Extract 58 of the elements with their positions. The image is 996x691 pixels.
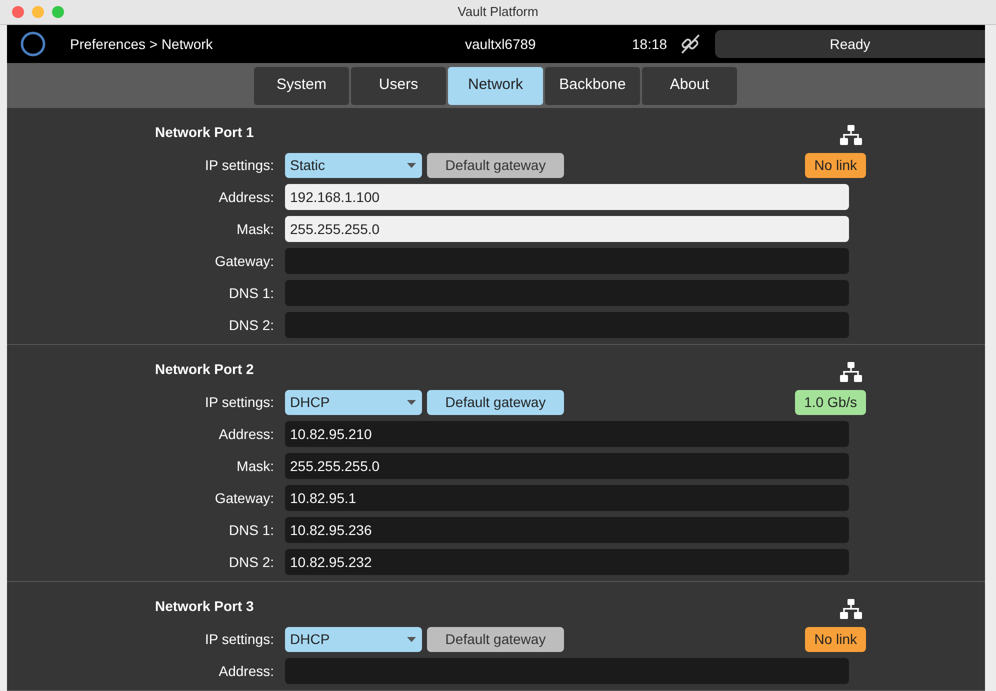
tab[interactable]: About: [642, 66, 737, 104]
ring-logo-icon: [20, 31, 46, 57]
zoom-window-button[interactable]: [52, 6, 64, 18]
text-field[interactable]: 10.82.95.210: [285, 421, 849, 447]
text-field[interactable]: 10.82.95.1: [285, 485, 849, 511]
text-field[interactable]: 10.82.95.236: [285, 517, 849, 543]
field-label: Gateway:: [214, 488, 275, 508]
field-label: DNS 2:: [228, 552, 275, 572]
hostname: vaultxl6789: [465, 34, 537, 54]
text-field[interactable]: 192.168.1.100: [285, 184, 849, 210]
field-label: IP settings:: [204, 392, 275, 412]
breadcrumb: Preferences > Network: [70, 34, 214, 54]
status-display: Ready: [715, 30, 985, 58]
ip-settings-dropdown[interactable]: DHCP: [285, 626, 422, 652]
text-field[interactable]: 255.255.255.0: [285, 216, 849, 242]
close-window-button[interactable]: [12, 6, 24, 18]
tab[interactable]: Backbone: [545, 66, 640, 104]
caret-icon: [407, 400, 416, 404]
field-label: IP settings:: [204, 156, 275, 175]
tab[interactable]: Users: [351, 66, 446, 104]
network-topology-icon: [840, 362, 862, 382]
field-label: Mask:: [236, 220, 275, 238]
section-title: Network Port 1: [155, 123, 255, 142]
section-title: Network Port 2: [155, 360, 255, 379]
ip-settings-dropdown[interactable]: Static: [285, 152, 422, 178]
field-label: DNS 1:: [228, 284, 275, 302]
tab[interactable]: System: [254, 66, 349, 104]
text-field[interactable]: [285, 248, 849, 274]
text-field[interactable]: [285, 280, 849, 306]
link-status-badge: No link: [805, 152, 866, 178]
text-field[interactable]: [285, 312, 849, 338]
clock-time: 18:18: [632, 34, 668, 54]
field-label: DNS 1:: [228, 520, 275, 540]
ip-settings-dropdown[interactable]: DHCP: [285, 390, 422, 414]
network-topology-icon: [840, 599, 862, 619]
default-gateway-button[interactable]: Default gateway: [427, 152, 564, 178]
field-label: IP settings:: [204, 630, 275, 649]
default-gateway-button[interactable]: Default gateway: [427, 626, 564, 652]
field-label: Address:: [218, 188, 275, 206]
default-gateway-button[interactable]: Default gateway: [427, 390, 564, 414]
field-label: DNS 2:: [228, 316, 275, 334]
unlinked-chain-icon: [679, 33, 702, 55]
caret-icon: [407, 636, 416, 642]
tab[interactable]: Network: [448, 66, 543, 104]
text-field[interactable]: [285, 658, 849, 684]
field-label: Mask:: [236, 456, 275, 476]
field-label: Address:: [218, 424, 275, 444]
field-label: Gateway:: [214, 252, 275, 271]
section-title: Network Port 3: [155, 597, 255, 616]
text-field[interactable]: 255.255.255.0: [285, 453, 849, 479]
network-topology-icon: [840, 125, 862, 145]
text-field[interactable]: 10.82.95.232: [285, 549, 849, 575]
field-label: Address:: [218, 662, 275, 680]
window-title: Vault Platform: [456, 3, 540, 22]
caret-icon: [407, 162, 416, 168]
link-status-badge: No link: [805, 626, 866, 652]
link-status-badge: 1.0 Gb/s: [795, 390, 866, 414]
minimize-window-button[interactable]: [32, 6, 44, 18]
